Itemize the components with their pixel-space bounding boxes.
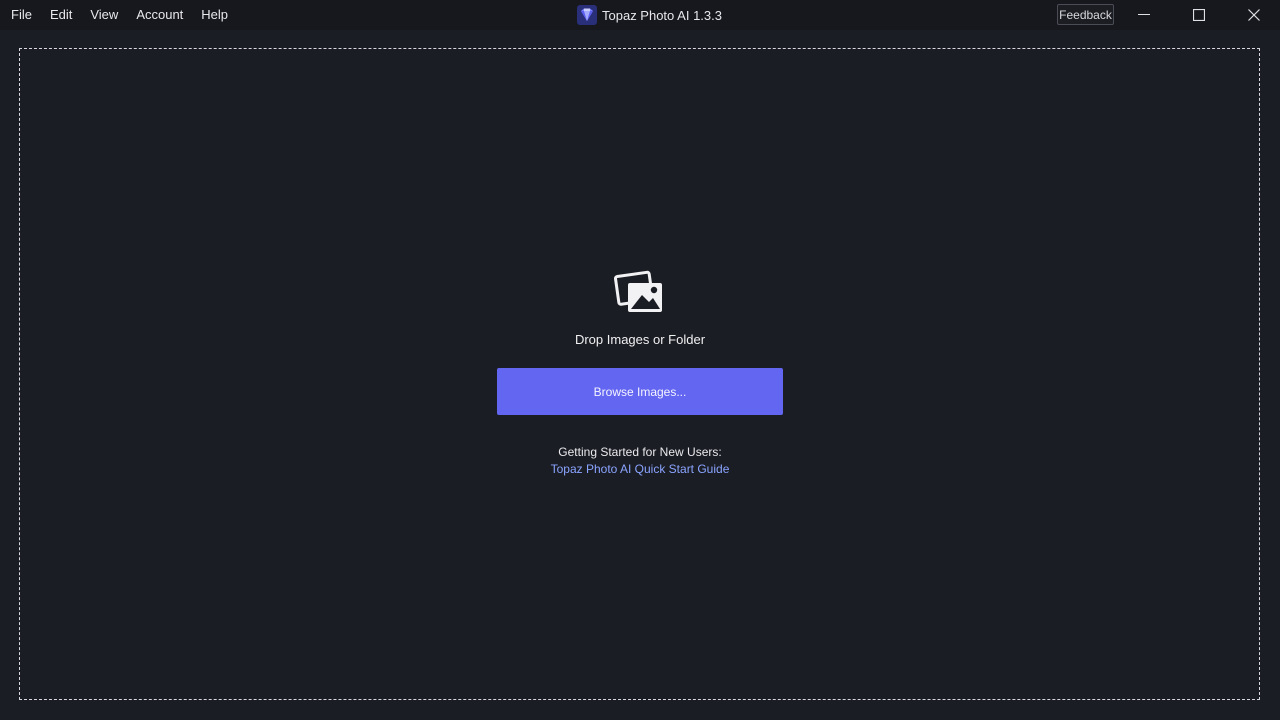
minimize-button[interactable] [1121,0,1167,30]
title-bar: File Edit View Account Help Topaz Photo … [0,0,1280,30]
menu-account[interactable]: Account [126,0,191,30]
maximize-button[interactable] [1176,0,1222,30]
minimize-icon [1138,14,1150,15]
menu-edit[interactable]: Edit [40,0,80,30]
menu-view[interactable]: View [80,0,126,30]
getting-started-label: Getting Started for New Users: [558,445,722,459]
app-title: Topaz Photo AI 1.3.3 [577,0,722,30]
close-icon [1248,9,1260,21]
maximize-icon [1193,9,1205,21]
drop-instructions: Drop Images or Folder [574,332,706,347]
feedback-button[interactable]: Feedback [1057,4,1114,25]
browse-images-button[interactable]: Browse Images... [497,368,783,415]
menu-bar: File Edit View Account Help [0,0,236,30]
quick-start-guide-row: Topaz Photo AI Quick Start Guide [0,462,1280,476]
topaz-gem-logo-icon [577,5,597,25]
close-button[interactable] [1231,0,1277,30]
images-icon [614,270,662,312]
menu-help[interactable]: Help [191,0,236,30]
app-title-text: Topaz Photo AI 1.3.3 [602,7,722,23]
menu-file[interactable]: File [0,0,40,30]
quick-start-guide-link[interactable]: Topaz Photo AI Quick Start Guide [551,462,730,476]
